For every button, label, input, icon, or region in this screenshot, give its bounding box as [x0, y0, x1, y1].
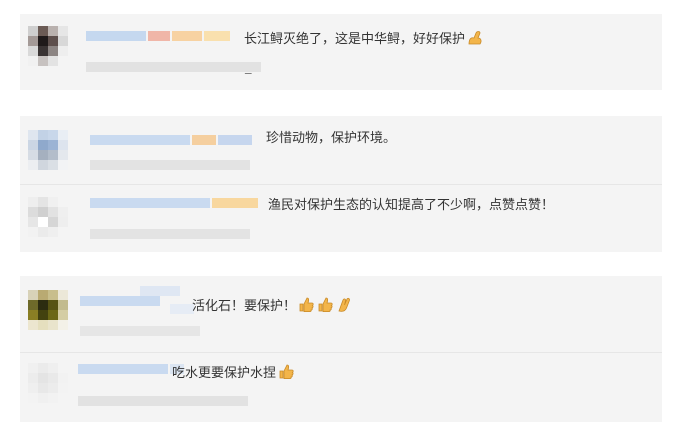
- comment-item: 吃水更要保护水捏: [20, 353, 662, 422]
- comment-card: 长江鲟灭绝了，这是中华鲟，好好保护 _: [20, 14, 662, 90]
- comment-item: 珍惜动物，保护环境。: [20, 116, 662, 184]
- thumbs-up-icon: [298, 296, 315, 318]
- comment-text-body: 吃水更要保护水捏: [172, 366, 277, 381]
- avatar[interactable]: [28, 130, 68, 170]
- comment-card: 活化石！要保护！ 吃水更要保护水捏: [20, 276, 662, 422]
- comment-item: 渔民对保护生态的认知提高了不少啊，点赞点赞！: [20, 185, 662, 252]
- comment-text: 活化石！要保护！: [192, 296, 353, 318]
- comment-text-body: 活化石！要保护！: [192, 299, 297, 314]
- avatar[interactable]: [28, 26, 68, 66]
- comment-cursor: _: [245, 60, 252, 75]
- comment-text: 吃水更要保护水捏: [172, 363, 295, 385]
- avatar[interactable]: [28, 363, 68, 403]
- thumbs-up-icon: [317, 296, 334, 318]
- avatar[interactable]: [28, 197, 68, 237]
- thumbs-up-icon: [278, 363, 295, 385]
- avatar[interactable]: [28, 290, 68, 330]
- comment-text: 珍惜动物，保护环境。: [266, 131, 397, 146]
- comment-text: 长江鲟灭绝了，这是中华鲟，好好保护: [244, 29, 484, 51]
- comment-item: 长江鲟灭绝了，这是中华鲟，好好保护 _: [20, 14, 662, 90]
- comment-card: 珍惜动物，保护环境。 渔民对保护生态的认知提高了不少啊，点赞点赞！: [20, 116, 662, 252]
- comment-text-body: 长江鲟灭绝了，这是中华鲟，好好保护: [244, 32, 466, 47]
- comment-text: 渔民对保护生态的认知提高了不少啊，点赞点赞！: [268, 198, 555, 213]
- clapping-hands-icon: [336, 296, 353, 318]
- flexed-biceps-icon: [467, 29, 484, 51]
- comment-item: 活化石！要保护！: [20, 276, 662, 351]
